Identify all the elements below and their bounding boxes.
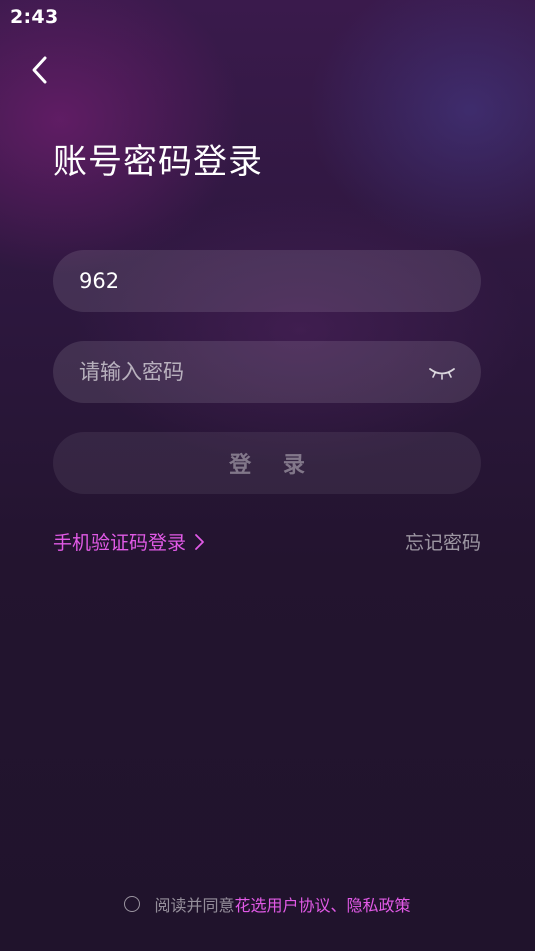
agreement-row: 阅读并同意 花选用户协议 、 隐私政策 (0, 892, 535, 916)
agreement-prefix: 阅读并同意 (154, 896, 235, 915)
password-field[interactable] (53, 341, 481, 403)
page-title: 账号密码登录 (53, 142, 263, 182)
sms-login-label: 手机验证码登录 (53, 532, 187, 554)
eye-closed-icon[interactable] (427, 363, 457, 381)
chevron-left-icon (32, 56, 47, 84)
forgot-password-link[interactable]: 忘记密码 (405, 528, 481, 555)
user-agreement-link[interactable]: 花选用户协议 (234, 892, 330, 916)
agreement-separator: 、 (330, 896, 347, 915)
sms-login-link[interactable]: 手机验证码登录 (53, 528, 205, 555)
account-field[interactable] (53, 250, 481, 312)
password-input[interactable] (79, 360, 455, 384)
status-time: 2:43 (10, 6, 59, 28)
login-screen: 2:43 账号密码登录 登 录 手机验证码登录 忘记密码 阅读并同意 花选用户协… (0, 0, 535, 951)
back-button[interactable] (22, 52, 58, 88)
chevron-right-icon (195, 533, 204, 550)
login-button[interactable]: 登 录 (53, 432, 481, 494)
agree-checkbox[interactable] (124, 896, 141, 912)
account-input[interactable] (79, 269, 455, 293)
privacy-policy-link[interactable]: 隐私政策 (347, 892, 411, 916)
